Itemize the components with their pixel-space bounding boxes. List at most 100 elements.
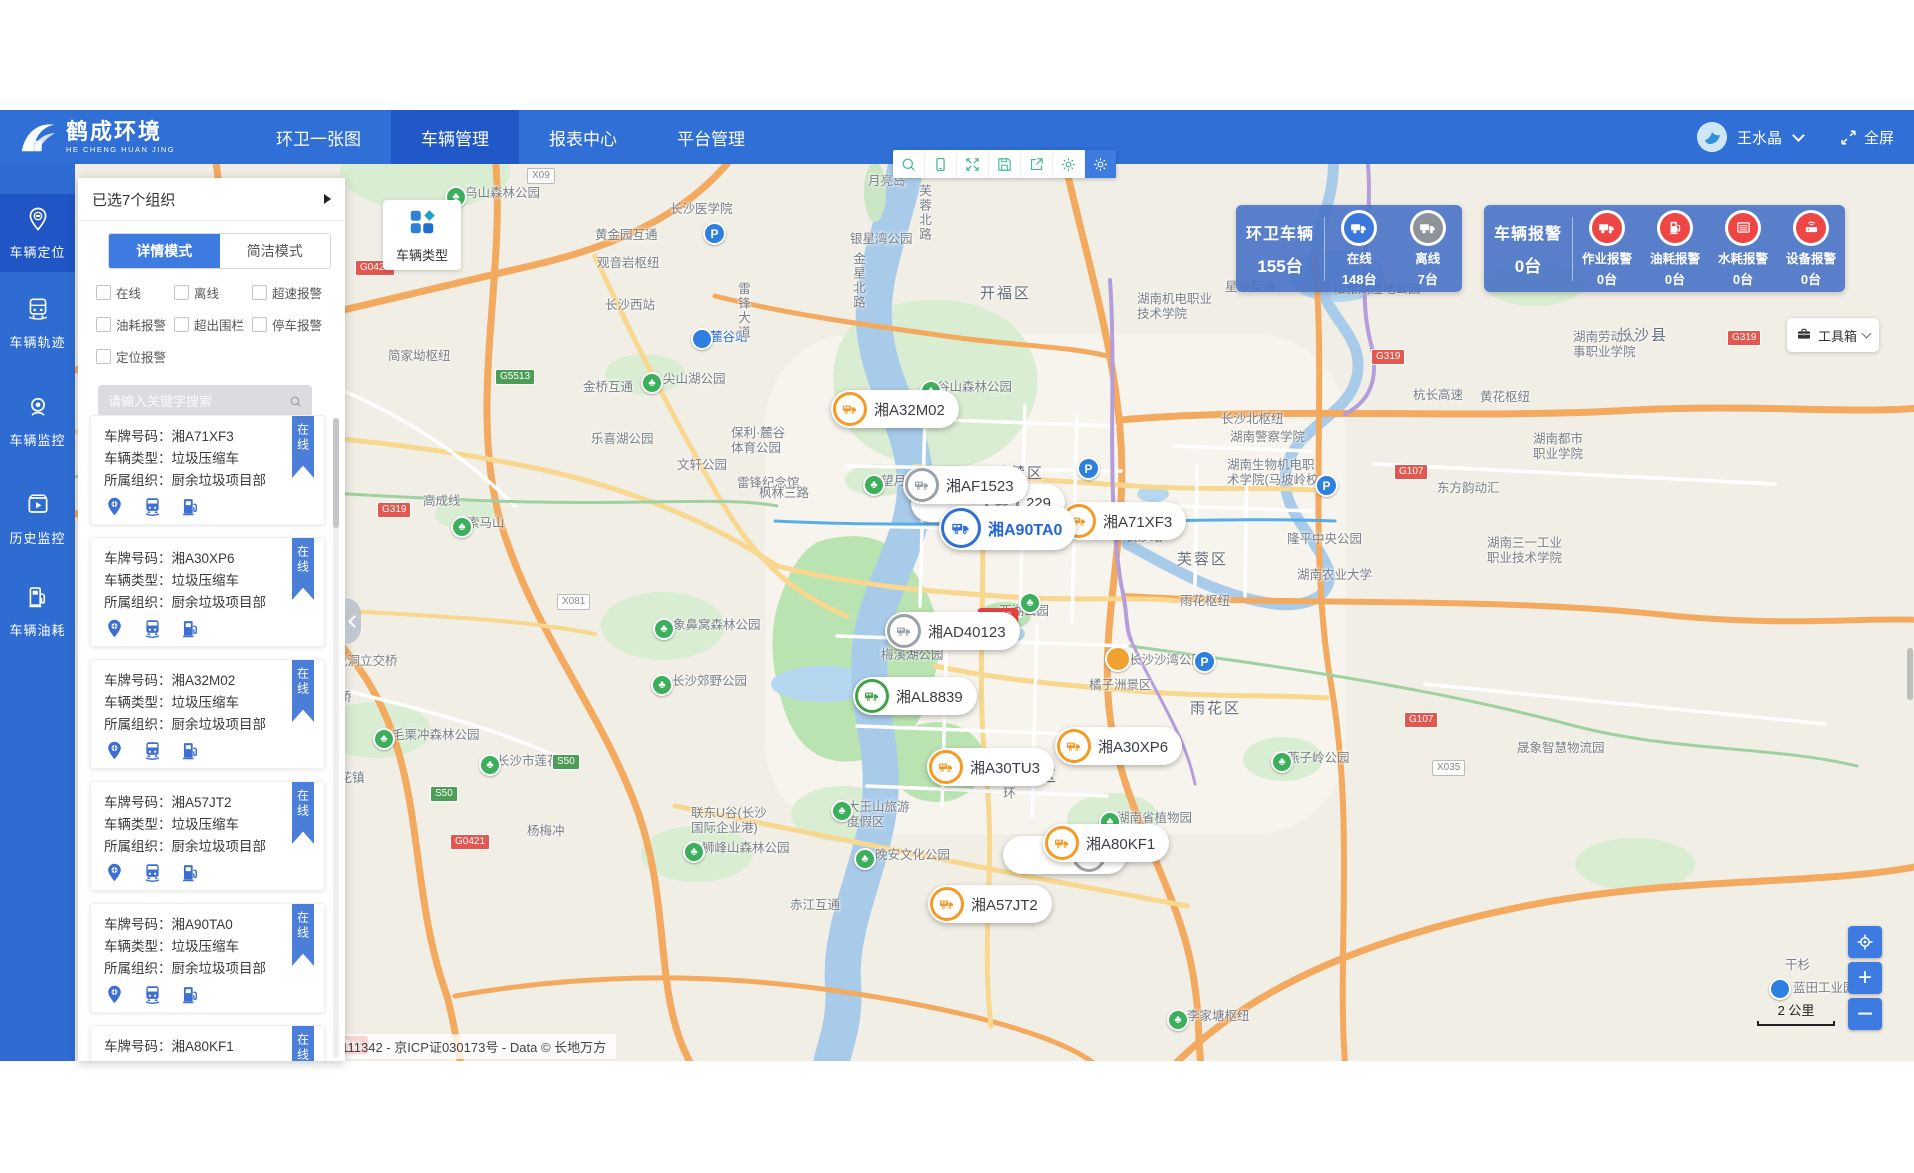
checkbox-icon [174, 285, 189, 300]
place-label: 芙蓉区 [1177, 552, 1228, 567]
map-vehicle-marker-湘AL8839[interactable]: 湘AL8839 [853, 677, 977, 715]
map-vehicle-marker-湘A30TU3[interactable]: 湘A30TU3 [927, 748, 1054, 786]
fuel-vehicle-icon[interactable] [180, 496, 201, 522]
user-menu-chevron-icon[interactable] [1792, 129, 1805, 142]
locate-button[interactable] [1848, 926, 1882, 958]
vehicle-card-湘A30XP6[interactable]: 车牌号码：湘A30XP6车辆类型：垃圾压缩车所属组织：厨余垃圾项目部在线 [90, 537, 325, 647]
place-label: 湖南机电职业 技术学院 [1137, 292, 1212, 322]
alarm-stat-1: 油耗报警0台 [1641, 210, 1709, 288]
tab-0[interactable]: 详情模式 [109, 234, 220, 268]
filter-checkbox-1[interactable]: 离线 [174, 283, 252, 302]
panel-scrollbar-thumb[interactable] [333, 418, 339, 528]
map-scale: 2 公里 [1757, 1000, 1835, 1026]
checkbox-icon [252, 317, 267, 332]
map-device-button[interactable] [925, 150, 957, 178]
map-vehicle-marker-湘A57JT2[interactable]: 湘A57JT2 [928, 885, 1052, 923]
truck-status-icon [887, 614, 921, 648]
page-scrollbar-thumb[interactable] [1907, 648, 1913, 700]
locate-vehicle-icon[interactable] [104, 740, 125, 766]
road-badge: X09 [527, 168, 555, 184]
track-vehicle-icon[interactable] [142, 496, 163, 522]
track-vehicle-icon[interactable] [142, 862, 163, 888]
place-label: 芙蓉北路 [916, 184, 931, 242]
road-badge: G319 [377, 502, 411, 518]
map-export-button[interactable] [1021, 150, 1053, 178]
user-name[interactable]: 王水晶 [1737, 127, 1782, 148]
track-vehicle-icon[interactable] [142, 984, 163, 1010]
locate-vehicle-icon[interactable] [104, 862, 125, 888]
nav-item-3[interactable]: 平台管理 [647, 110, 775, 164]
sidebar-item-0[interactable]: 车辆定位 [0, 194, 75, 272]
fuel-vehicle-icon[interactable] [180, 984, 201, 1010]
vehicle-type-button[interactable]: 车辆类型 [383, 200, 461, 270]
place-label: 长沙北枢纽 [1221, 412, 1284, 427]
map-settings-active-button[interactable] [1085, 150, 1116, 178]
map-save-button[interactable] [989, 150, 1021, 178]
fleet-stats-panel: 环卫车辆 155台 在线 148台 离线 7台 [1236, 205, 1462, 292]
vehicle-card-list: 车牌号码：湘A71XF3车辆类型：垃圾压缩车所属组织：厨余垃圾项目部在线车牌号码… [78, 415, 345, 1061]
locate-vehicle-icon[interactable] [104, 984, 125, 1010]
tab-1[interactable]: 简洁模式 [220, 234, 331, 268]
search-input[interactable] [98, 394, 288, 409]
map-vehicle-marker-湘A32M02[interactable]: 湘A32M02 [831, 390, 959, 428]
sidebar-item-3[interactable]: 历史监控 [0, 480, 75, 558]
nav-item-0[interactable]: 环卫一张图 [246, 110, 391, 164]
map-settings-button[interactable] [1053, 150, 1085, 178]
map-vehicle-marker-湘AD40123[interactable]: 湘AD40123 [885, 612, 1020, 650]
track-vehicle-icon[interactable] [142, 740, 163, 766]
place-label: 黄花枢纽 [1480, 390, 1530, 405]
filter-checkbox-6[interactable]: 定位报警 [96, 347, 174, 366]
filter-checkbox-5[interactable]: 停车报警 [252, 315, 330, 334]
place-label: 梅溪湖公园 [881, 648, 944, 663]
vehicle-card-湘A90TA0[interactable]: 车牌号码：湘A90TA0车辆类型：垃圾压缩车所属组织：厨余垃圾项目部在线 [90, 903, 325, 1013]
fuel-vehicle-icon[interactable] [180, 618, 201, 644]
map-vehicle-marker-湘A71XF3[interactable]: 湘A71XF3 [1060, 502, 1186, 540]
sidebar-item-4[interactable]: 车辆油耗 [0, 572, 75, 650]
filter-checkbox-2[interactable]: 超速报警 [252, 283, 330, 302]
map-vehicle-marker-湘AF1523[interactable]: 湘AF1523 [903, 466, 1028, 504]
map-zoom-search-button[interactable] [893, 150, 925, 178]
locate-vehicle-icon[interactable] [104, 496, 125, 522]
search-icon[interactable] [288, 393, 303, 410]
filter-checkbox-4[interactable]: 超出围栏 [174, 315, 252, 334]
track-vehicle-icon[interactable] [142, 618, 163, 644]
zoom-in-button[interactable]: + [1848, 962, 1882, 994]
parking-icon: P [1077, 457, 1100, 480]
nav-item-2[interactable]: 报表中心 [519, 110, 647, 164]
filter-checkbox-3[interactable]: 油耗报警 [96, 315, 174, 334]
map-vehicle-marker-湘A30XP6[interactable]: 湘A30XP6 [1055, 727, 1182, 765]
fuel-vehicle-icon[interactable] [180, 740, 201, 766]
toolbox-button[interactable]: 工具箱 [1787, 318, 1879, 352]
filter-checkbox-0[interactable]: 在线 [96, 283, 174, 302]
sidebar-item-1[interactable]: 车辆轨迹 [0, 284, 75, 362]
park-icon: ♣ [831, 800, 853, 822]
fullscreen-button[interactable]: 全屏 [1839, 127, 1894, 148]
user-avatar[interactable] [1697, 122, 1727, 152]
place-label: 文轩公园 [677, 458, 727, 473]
vehicle-card-湘A80KF1[interactable]: 车牌号码：湘A80KF1车辆类型：垃圾压缩车所属组织：厨余垃圾项目部在线 [90, 1025, 325, 1061]
brand-logo: 鹤成环境 HE CHENG HUAN JING [0, 118, 246, 156]
checkbox-icon [96, 317, 111, 332]
truck-status-icon [941, 508, 981, 548]
map-vehicle-marker-湘A90TA0[interactable]: 湘A90TA0 [939, 506, 1076, 550]
vehicle-card-湘A57JT2[interactable]: 车牌号码：湘A57JT2车辆类型：垃圾压缩车所属组织：厨余垃圾项目部在线 [90, 781, 325, 891]
vehicle-card-湘A71XF3[interactable]: 车牌号码：湘A71XF3车辆类型：垃圾压缩车所属组织：厨余垃圾项目部在线 [90, 415, 325, 525]
map-vehicle-marker-湘A80KF1[interactable]: 湘A80KF1 [1043, 824, 1169, 862]
place-label: 银星湾公园 [850, 232, 913, 247]
nav-item-1[interactable]: 车辆管理 [391, 110, 519, 164]
org-expand-arrow-icon[interactable] [324, 194, 331, 204]
place-label: 东方韵动汇 [1437, 481, 1500, 496]
locate-vehicle-icon[interactable] [104, 618, 125, 644]
fuel-vehicle-icon[interactable] [180, 862, 201, 888]
sidebar-item-2[interactable]: 车辆监控 [0, 382, 75, 460]
fleet-count: 155台 [1236, 252, 1324, 277]
org-selector-row[interactable]: 已选7个组织 [78, 178, 345, 221]
alarm-stat-3: 设备报警0台 [1777, 210, 1845, 288]
place-label: 湖南生物机电职 术学院(马坡岭校 [1227, 458, 1319, 488]
zoom-out-button[interactable]: − [1848, 998, 1882, 1030]
status-ribbon: 在线 [292, 1026, 314, 1061]
place-label: 橘子洲景区 [1089, 678, 1152, 693]
map-expand-button[interactable] [957, 150, 989, 178]
vehicle-card-湘A32M02[interactable]: 车牌号码：湘A32M02车辆类型：垃圾压缩车所属组织：厨余垃圾项目部在线 [90, 659, 325, 769]
alarm-count: 0台 [1484, 252, 1572, 277]
